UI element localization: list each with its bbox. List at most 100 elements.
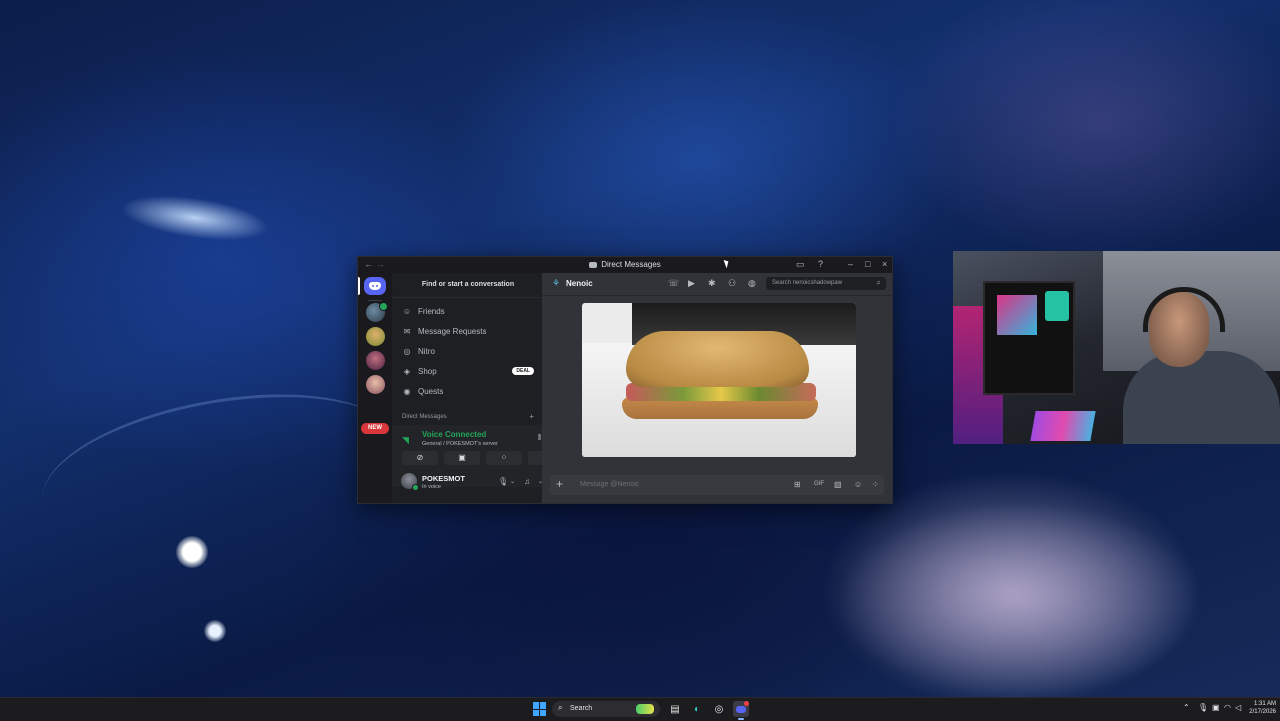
microphone-icon[interactable]: 🎙︎ [1198, 703, 1208, 712]
username[interactable]: POKESMOT [422, 474, 465, 483]
chrome-icon[interactable]: ◎ [711, 701, 727, 717]
webcam-monitor [997, 295, 1037, 335]
add-friend-icon[interactable]: ⚇ [728, 278, 736, 289]
emoji-icon[interactable]: ☺ [854, 480, 862, 489]
headset-icon[interactable]: ♫ [524, 477, 530, 486]
wallpaper-light [204, 620, 226, 642]
webcam-light [1045, 291, 1069, 321]
sidebar-item-label: Nitro [418, 346, 435, 356]
discord-window: ← → Direct Messages ▭ ? – □ × NEW Find o… [357, 256, 893, 504]
search-icon: ⌕ [876, 278, 881, 287]
sidebar-item-label: Shop [418, 366, 437, 376]
user-status: In voice [422, 484, 441, 490]
shop-icon: ◈ [403, 366, 411, 376]
sidebar-item-shop[interactable]: ◈ Shop DEAL [398, 363, 536, 379]
pin-icon[interactable]: ✱ [708, 278, 716, 289]
wallpaper-glow [117, 187, 273, 249]
gift-icon[interactable]: ⊞ [794, 480, 801, 489]
user-profile-icon[interactable]: ◍ [748, 278, 756, 289]
search-icon: ⌕ [558, 703, 563, 712]
webcam-keyboard [1030, 411, 1096, 441]
notification-badge [744, 701, 749, 706]
inbox-icon[interactable]: ▭ [796, 259, 805, 270]
taskbar-search-label: Search [570, 705, 593, 712]
mail-icon: ✉ [403, 326, 411, 336]
online-badge [379, 302, 388, 311]
discord-taskbar-icon[interactable] [733, 701, 749, 717]
wallpaper-figure [820, 470, 1200, 697]
find-conversation-button[interactable]: Find or start a conversation [398, 278, 538, 292]
create-dm-button[interactable]: + [529, 412, 534, 421]
sidebar-item-label: Message Requests [418, 326, 487, 336]
discord-logo-icon [589, 261, 598, 268]
search-highlight-icon [636, 704, 654, 714]
sidebar-item-label: Quests [418, 386, 444, 396]
sidebar-item-friends[interactable]: ☺ Friends [398, 303, 536, 319]
deal-badge: DEAL [512, 367, 534, 375]
microphone-icon[interactable]: 🎙︎ [498, 477, 508, 486]
clock-date: 2/17/2026 [1249, 709, 1276, 715]
chat-header: ⚘ Nenoic ☏ ▶ ✱ ⚇ ◍ Search nenoicshadowpa… [542, 273, 892, 296]
file-explorer-icon[interactable]: ▤ [667, 701, 683, 717]
home-button[interactable] [364, 277, 386, 295]
webcam-overlay [953, 251, 1280, 444]
direct-messages-header: Direct Messages [402, 414, 447, 420]
rail-divider [368, 300, 382, 301]
taskbar: ⌕ Search ▤ ◐ ◎ ⌃ 🎙︎ ▣ ◠ ◁ 1:31 AM 2/17/2… [0, 697, 1280, 721]
sidebar-item-nitro[interactable]: ◎ Nitro [398, 343, 536, 359]
taskbar-search[interactable]: ⌕ Search [552, 701, 660, 717]
screen-share-icon: ▣ [458, 453, 466, 462]
chevron-down-icon[interactable]: ⌄ [510, 478, 515, 485]
signal-icon: ◥ [402, 435, 409, 445]
show-hidden-icons[interactable]: ⌃ [1183, 703, 1190, 712]
camera-off-button[interactable]: ⊘ [402, 451, 438, 465]
add-attachment-icon[interactable]: + [556, 477, 563, 491]
screen-share-button[interactable]: ▣ [444, 451, 480, 465]
recipient-name[interactable]: Nenoic [566, 279, 593, 288]
recipient-avatar-icon[interactable]: ⚘ [552, 278, 560, 289]
quests-icon: ◉ [403, 386, 411, 396]
video-call-icon[interactable]: ▶ [688, 278, 695, 289]
discord-logo-icon [369, 282, 381, 290]
message-composer[interactable]: + Message @Nenoic ⊞ GIF ▧ ☺ ⁘ [550, 475, 884, 495]
dm-avatar[interactable] [366, 375, 385, 394]
volume-icon[interactable]: ◁ [1235, 703, 1241, 712]
edge-icon[interactable]: ◐ [689, 701, 705, 717]
server-rail: NEW [358, 273, 392, 503]
help-icon[interactable]: ? [818, 259, 823, 269]
friends-icon: ☺ [402, 306, 412, 316]
title-bar[interactable]: ← → Direct Messages ▭ ? – □ × [358, 257, 892, 273]
maximize-icon[interactable]: □ [865, 259, 870, 269]
noise-suppression-icon[interactable]: ⦀ [538, 433, 542, 443]
sidebar-item-quests[interactable]: ◉ Quests [398, 383, 536, 399]
sandwich-bread [626, 331, 809, 387]
camera-off-icon: ⊘ [416, 453, 424, 462]
message-image-attachment[interactable] [582, 303, 856, 457]
search-placeholder: Search nenoicshadowpaw [772, 280, 843, 286]
sticker-icon[interactable]: ▧ [834, 480, 842, 489]
network-icon[interactable]: ▣ [1212, 703, 1220, 712]
close-icon[interactable]: × [882, 259, 887, 269]
activities-icon: ⁘ [500, 453, 508, 462]
window-title: Direct Messages [358, 260, 892, 269]
status-dot [412, 484, 419, 491]
dm-avatar[interactable] [366, 327, 385, 346]
webcam-person [1123, 351, 1280, 444]
divider [392, 297, 542, 298]
new-badge[interactable]: NEW [361, 423, 389, 434]
activities-button[interactable]: ⁘ [486, 451, 522, 465]
gif-icon[interactable]: GIF [814, 481, 824, 487]
sidebar-item-message-requests[interactable]: ✉ Message Requests [398, 323, 536, 339]
search-input[interactable]: Search nenoicshadowpaw ⌕ [766, 277, 886, 290]
clock-time: 1:31 AM [1253, 701, 1276, 707]
wifi-icon[interactable]: ◠ [1224, 703, 1231, 712]
voice-channel-label[interactable]: General / POKESMOT's server [422, 441, 498, 447]
selected-indicator [358, 277, 360, 295]
clock[interactable]: 1:31 AM 2/17/2026 [1244, 700, 1276, 716]
dm-avatar[interactable] [366, 351, 385, 370]
minimize-icon[interactable]: – [848, 259, 853, 269]
voice-call-icon[interactable]: ☏ [668, 278, 679, 289]
start-button[interactable] [533, 702, 547, 716]
wallpaper-arc [30, 369, 410, 574]
apps-icon[interactable]: ⁘ [872, 480, 879, 489]
